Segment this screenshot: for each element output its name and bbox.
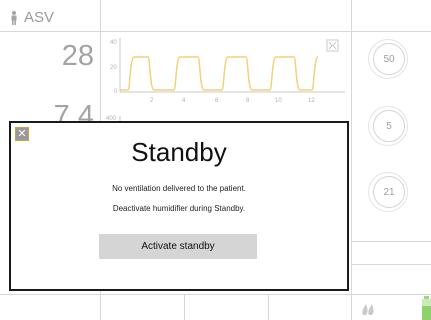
patient-icon bbox=[11, 10, 17, 25]
battery-icon bbox=[422, 296, 431, 320]
x-tick-4: 4 bbox=[182, 98, 186, 104]
toolbar-divider-4 bbox=[351, 294, 352, 320]
right-panel-divider bbox=[351, 0, 352, 300]
mode-label: ASV bbox=[24, 9, 55, 26]
freeze-icon[interactable] bbox=[326, 39, 339, 52]
x-tick-12: 12 bbox=[308, 98, 315, 104]
x-tick-2: 2 bbox=[150, 98, 154, 104]
toolbar-divider-2 bbox=[184, 294, 185, 320]
monitor-value-top: 28 bbox=[61, 40, 94, 72]
y-tick-20: 20 bbox=[110, 65, 117, 71]
y-tick-40: 40 bbox=[110, 40, 117, 46]
toolbar-divider-1 bbox=[100, 294, 101, 320]
x-tick-6: 6 bbox=[215, 98, 219, 104]
y-tick-0: 0 bbox=[114, 89, 118, 95]
pressure-waveform: 40 20 0 2 4 6 8 10 12 400 bbox=[106, 38, 345, 124]
activate-standby-button[interactable]: Activate standby bbox=[99, 234, 257, 259]
monitor-value-second: 7 4 bbox=[53, 100, 94, 121]
dialog-title: Standby bbox=[131, 137, 227, 167]
mode-indicator[interactable]: ASV bbox=[10, 9, 54, 26]
x-tick-10: 10 bbox=[275, 98, 282, 104]
standby-dialog: ✕ Standby No ventilation delivered to th… bbox=[9, 121, 349, 291]
bottom-divider bbox=[0, 294, 431, 295]
control-knob-1[interactable]: 50 bbox=[373, 43, 405, 75]
right-divider bbox=[351, 241, 431, 242]
humidifier-icon[interactable] bbox=[360, 303, 376, 315]
toolbar-divider-3 bbox=[268, 294, 269, 320]
x-tick-8: 8 bbox=[246, 98, 250, 104]
control-knob-2[interactable]: 5 bbox=[373, 110, 405, 142]
waveform-curve bbox=[120, 56, 319, 91]
dialog-message-line-1: No ventilation delivered to the patient. bbox=[112, 184, 246, 193]
right-divider-2 bbox=[351, 264, 431, 265]
control-knob-3[interactable]: 21 bbox=[373, 176, 405, 208]
dialog-message-line-2: Deactivate humidifier during Standby. bbox=[112, 204, 246, 213]
